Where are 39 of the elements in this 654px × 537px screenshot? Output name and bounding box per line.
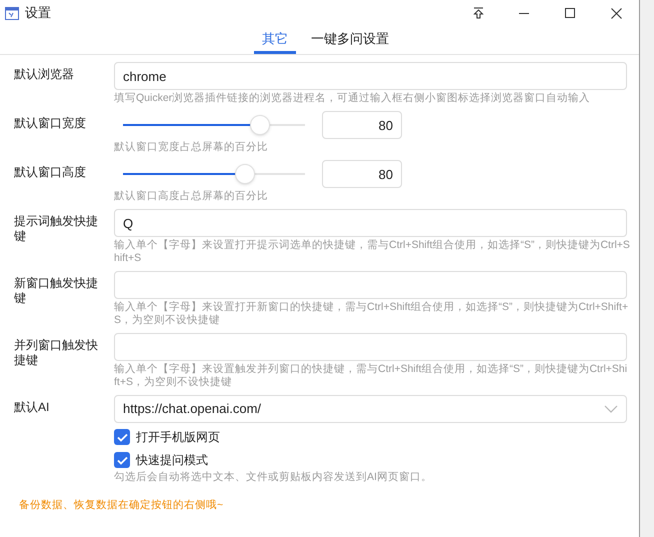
hint-text: 输入单个【字母】来设置打开提示词选单的快捷键，需与Ctrl+Shift组合使用，如选择“S”，则快捷键为Ctrl+Shift+S — [114, 239, 630, 265]
checkmark-icon — [116, 432, 128, 442]
hint-text: 勾选后会自动将选中文本、文件或剪贴板内容发送到AI网页窗口。 — [114, 471, 433, 484]
number-field[interactable]: 80 — [322, 111, 402, 139]
input-field[interactable] — [114, 271, 627, 299]
checkbox-label: 快速提问模式 — [136, 452, 208, 469]
field-label: 默认窗口高度 — [14, 164, 87, 181]
slider-thumb[interactable] — [234, 164, 255, 184]
window-title: 设置 — [25, 4, 51, 22]
checkbox[interactable] — [114, 452, 130, 468]
number-field[interactable]: 80 — [322, 160, 402, 188]
tab[interactable]: 一键多问设置 — [310, 28, 390, 54]
checkmark-icon — [116, 456, 128, 464]
pin-icon — [472, 7, 484, 19]
chevron-down-icon — [604, 405, 618, 413]
field-label: 提示词触发快捷键 — [14, 213, 99, 245]
field-label: 默认窗口宽度 — [14, 115, 87, 132]
field-label: 并列窗口触发快捷键 — [14, 337, 99, 369]
minimize-icon — [519, 12, 529, 14]
field-label: 默认AI — [14, 399, 50, 416]
slider-thumb[interactable] — [250, 115, 270, 135]
hint-text: 默认窗口宽度占总屏幕的百分比 — [114, 141, 269, 154]
hint-text: 输入单个【字母】来设置触发并列窗口的快捷键，需与Ctrl+Shift组合使用，如选择“S”，则快捷键为Ctrl+Shift+S，为空则不设快捷键 — [114, 363, 628, 389]
input-field[interactable] — [114, 333, 627, 361]
hint-text: 输入单个【字母】来设置打开新窗口的快捷键，需与Ctrl+Shift组合使用，如选择“S”，则快捷键为Ctrl+Shift+S，为空则不设快捷键 — [114, 301, 630, 327]
checkbox-label: 打开手机版网页 — [136, 429, 220, 446]
field-label: 默认浏览器 — [14, 66, 75, 83]
dropdown[interactable]: https://chat.openai.com/ — [114, 395, 627, 423]
note-text: 备份数据、恢复数据在确定按钮的右侧哦~ — [19, 498, 224, 513]
input-field[interactable]: chrome — [114, 62, 627, 90]
close-icon — [610, 8, 622, 18]
tab[interactable]: 其它 — [254, 28, 296, 54]
field-label: 新窗口触发快捷键 — [14, 275, 99, 307]
maximize-icon — [565, 8, 575, 18]
app-icon — [5, 6, 19, 20]
hint-text: 默认窗口高度占总屏幕的百分比 — [114, 190, 269, 203]
checkbox[interactable] — [114, 429, 130, 445]
hint-text: 填写Quicker浏览器插件链接的浏览器进程名，可通过输入框右侧小窗图标选择浏览器窗口自动输入 — [114, 92, 592, 105]
input-field[interactable]: Q — [114, 209, 627, 237]
